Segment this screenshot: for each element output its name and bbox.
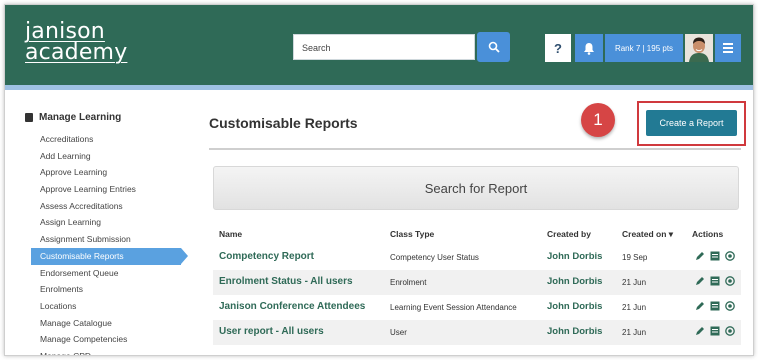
table-icon[interactable] [710, 326, 720, 336]
search-icon [488, 41, 500, 53]
report-created-on: 21 Jun [622, 303, 647, 312]
book-icon [25, 113, 33, 122]
step-callout-badge: 1 [581, 103, 615, 137]
sidebar-item-assess-accreditations[interactable]: Assess Accreditations [31, 198, 181, 215]
row-actions [695, 276, 735, 286]
sidebar-heading[interactable]: Manage Learning [25, 112, 121, 123]
sidebar-item-manage-catalogue[interactable]: Manage Catalogue [31, 315, 181, 332]
row-actions [695, 326, 735, 336]
pencil-icon[interactable] [695, 326, 705, 336]
sidebar-item-accreditations[interactable]: Accreditations [31, 131, 181, 148]
col-name[interactable]: Name [219, 229, 242, 239]
download-icon[interactable] [725, 251, 735, 261]
hamburger-icon [723, 43, 733, 45]
search-for-report-button[interactable]: Search for Report [213, 166, 739, 210]
user-avatar-icon [685, 34, 713, 62]
sidebar-item-approve-learning[interactable]: Approve Learning [31, 164, 181, 181]
sidebar-item-add-learning[interactable]: Add Learning [31, 148, 181, 165]
app-window: janison academy Search ? Rank 7 | 195 pt… [4, 4, 754, 356]
avatar[interactable] [685, 34, 713, 62]
table-row[interactable]: Janison Conference Attendees Learning Ev… [213, 295, 741, 320]
report-class-type: Learning Event Session Attendance [390, 303, 517, 312]
create-report-highlight: Create a Report [637, 101, 746, 146]
report-class-type: Enrolment [390, 278, 427, 287]
rank-badge[interactable]: Rank 7 | 195 pts [605, 34, 683, 62]
report-name[interactable]: Competency Report [219, 251, 314, 262]
sidebar-item-locations[interactable]: Locations [31, 298, 181, 315]
sidebar-item-assign-learning[interactable]: Assign Learning [31, 214, 181, 231]
sidebar-item-endorsement-queue[interactable]: Endorsement Queue [31, 265, 181, 282]
reports-table: Name Class Type Created by Created on ▾ … [213, 223, 741, 345]
download-icon[interactable] [725, 301, 735, 311]
col-created-by[interactable]: Created by [547, 229, 591, 239]
sidebar-list: Accreditations Add Learning Approve Lear… [31, 131, 188, 355]
report-name[interactable]: Janison Conference Attendees [219, 301, 365, 312]
title-divider [209, 148, 741, 150]
table-header: Name Class Type Created by Created on ▾ … [213, 223, 741, 245]
pencil-icon[interactable] [695, 301, 705, 311]
table-row[interactable]: Competency Report Competency User Status… [213, 245, 741, 270]
create-report-button[interactable]: Create a Report [646, 110, 737, 136]
sidebar-heading-label: Manage Learning [39, 112, 122, 123]
col-actions: Actions [692, 229, 724, 239]
help-button[interactable]: ? [545, 34, 571, 62]
report-created-on: 21 Jun [622, 328, 647, 337]
notifications-button[interactable] [575, 34, 603, 62]
table-icon[interactable] [710, 251, 720, 261]
report-created-on: 19 Sep [622, 253, 648, 262]
sidebar-item-manage-cpd[interactable]: Manage CPD [31, 348, 181, 355]
download-icon[interactable] [725, 276, 735, 286]
table-row[interactable]: Enrolment Status - All users Enrolment J… [213, 270, 741, 295]
row-actions [695, 301, 735, 311]
table-icon[interactable] [710, 276, 720, 286]
table-icon[interactable] [710, 301, 720, 311]
sidebar-item-customisable-reports[interactable]: Customisable Reports [31, 247, 188, 265]
report-class-type: Competency User Status [390, 253, 479, 262]
logo[interactable]: janison academy [25, 19, 128, 65]
report-name[interactable]: Enrolment Status - All users [219, 276, 353, 287]
search-button[interactable] [477, 32, 510, 62]
report-name[interactable]: User report - All users [219, 326, 324, 337]
pencil-icon[interactable] [695, 251, 705, 261]
pencil-icon[interactable] [695, 276, 705, 286]
sidebar-item-manage-competencies[interactable]: Manage Competencies [31, 331, 181, 348]
report-created-by[interactable]: John Dorbis [547, 251, 602, 262]
report-class-type: User [390, 328, 407, 337]
top-header: janison academy Search ? Rank 7 | 195 pt… [5, 5, 753, 90]
report-created-on: 21 Jun [622, 278, 647, 287]
logo-line1: janison [25, 19, 105, 44]
bell-icon [584, 42, 594, 55]
table-row[interactable]: User report - All users User John Dorbis… [213, 320, 741, 345]
row-actions [695, 251, 735, 261]
search-input[interactable]: Search [293, 34, 475, 60]
page-title: Customisable Reports [209, 115, 358, 131]
report-created-by[interactable]: John Dorbis [547, 326, 602, 337]
col-class-type[interactable]: Class Type [390, 229, 434, 239]
sidebar-item-assignment-submission[interactable]: Assignment Submission [31, 231, 181, 248]
sidebar-item-enrolments[interactable]: Enrolments [31, 281, 181, 298]
col-created-on[interactable]: Created on ▾ [622, 229, 673, 240]
menu-button[interactable] [715, 34, 741, 62]
download-icon[interactable] [725, 326, 735, 336]
report-created-by[interactable]: John Dorbis [547, 276, 602, 287]
report-created-by[interactable]: John Dorbis [547, 301, 602, 312]
logo-line2: academy [25, 40, 128, 65]
sidebar: Manage Learning Accreditations Add Learn… [5, 90, 200, 355]
sidebar-item-approve-learning-entries[interactable]: Approve Learning Entries [31, 181, 181, 198]
